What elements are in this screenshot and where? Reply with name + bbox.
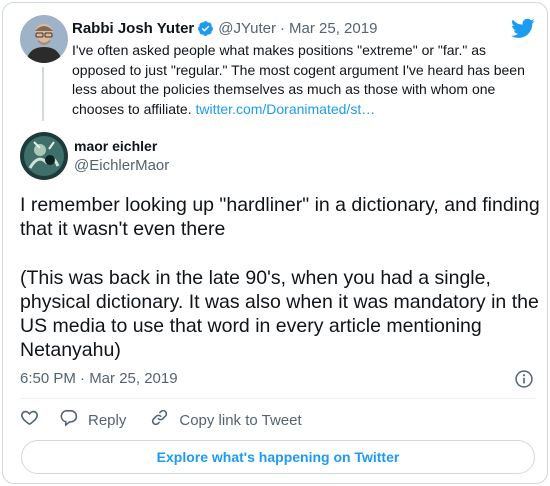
thread-connector: [42, 67, 44, 121]
separator-dot: ·: [280, 19, 286, 37]
info-icon[interactable]: [514, 369, 534, 389]
twitter-logo-icon[interactable]: [511, 16, 535, 40]
reply-icon: [59, 408, 78, 432]
heart-icon: [20, 408, 39, 432]
like-button[interactable]: [20, 408, 39, 432]
main-tweet-text: I remember looking up "hardliner" in a d…: [20, 194, 540, 362]
explore-button[interactable]: Explore what's happening on Twitter: [21, 440, 535, 474]
main-avatar[interactable]: [20, 132, 68, 180]
reply-label: Reply: [88, 411, 127, 429]
tweet-actions: Reply Copy link to Tweet: [20, 409, 302, 431]
verified-badge-icon: [197, 20, 214, 37]
main-author-name[interactable]: maor eichler: [74, 138, 157, 154]
embedded-tweet-card: Rabbi Josh Yuter @JYuter · Mar 25, 2019 …: [2, 2, 548, 484]
parent-tweet-text: I've often asked people what makes posit…: [72, 41, 537, 119]
copy-link-button[interactable]: Copy link to Tweet: [150, 408, 302, 432]
tweet-timestamp[interactable]: 6:50 PM · Mar 25, 2019: [20, 370, 178, 387]
parent-tweet-header: Rabbi Josh Yuter @JYuter · Mar 25, 2019: [72, 18, 377, 38]
parent-tweet-date[interactable]: Mar 25, 2019: [289, 20, 377, 37]
parent-author-handle[interactable]: @JYuter: [218, 20, 276, 37]
link-icon: [150, 408, 169, 432]
parent-tweet-link[interactable]: twitter.com/Doranimated/st…: [195, 101, 375, 117]
divider: [20, 398, 536, 399]
reply-button[interactable]: Reply: [59, 408, 126, 432]
copy-link-label: Copy link to Tweet: [179, 411, 302, 429]
main-author-handle[interactable]: @EichlerMaor: [74, 157, 169, 174]
parent-author-name[interactable]: Rabbi Josh Yuter: [72, 20, 194, 37]
parent-avatar[interactable]: [20, 15, 68, 63]
